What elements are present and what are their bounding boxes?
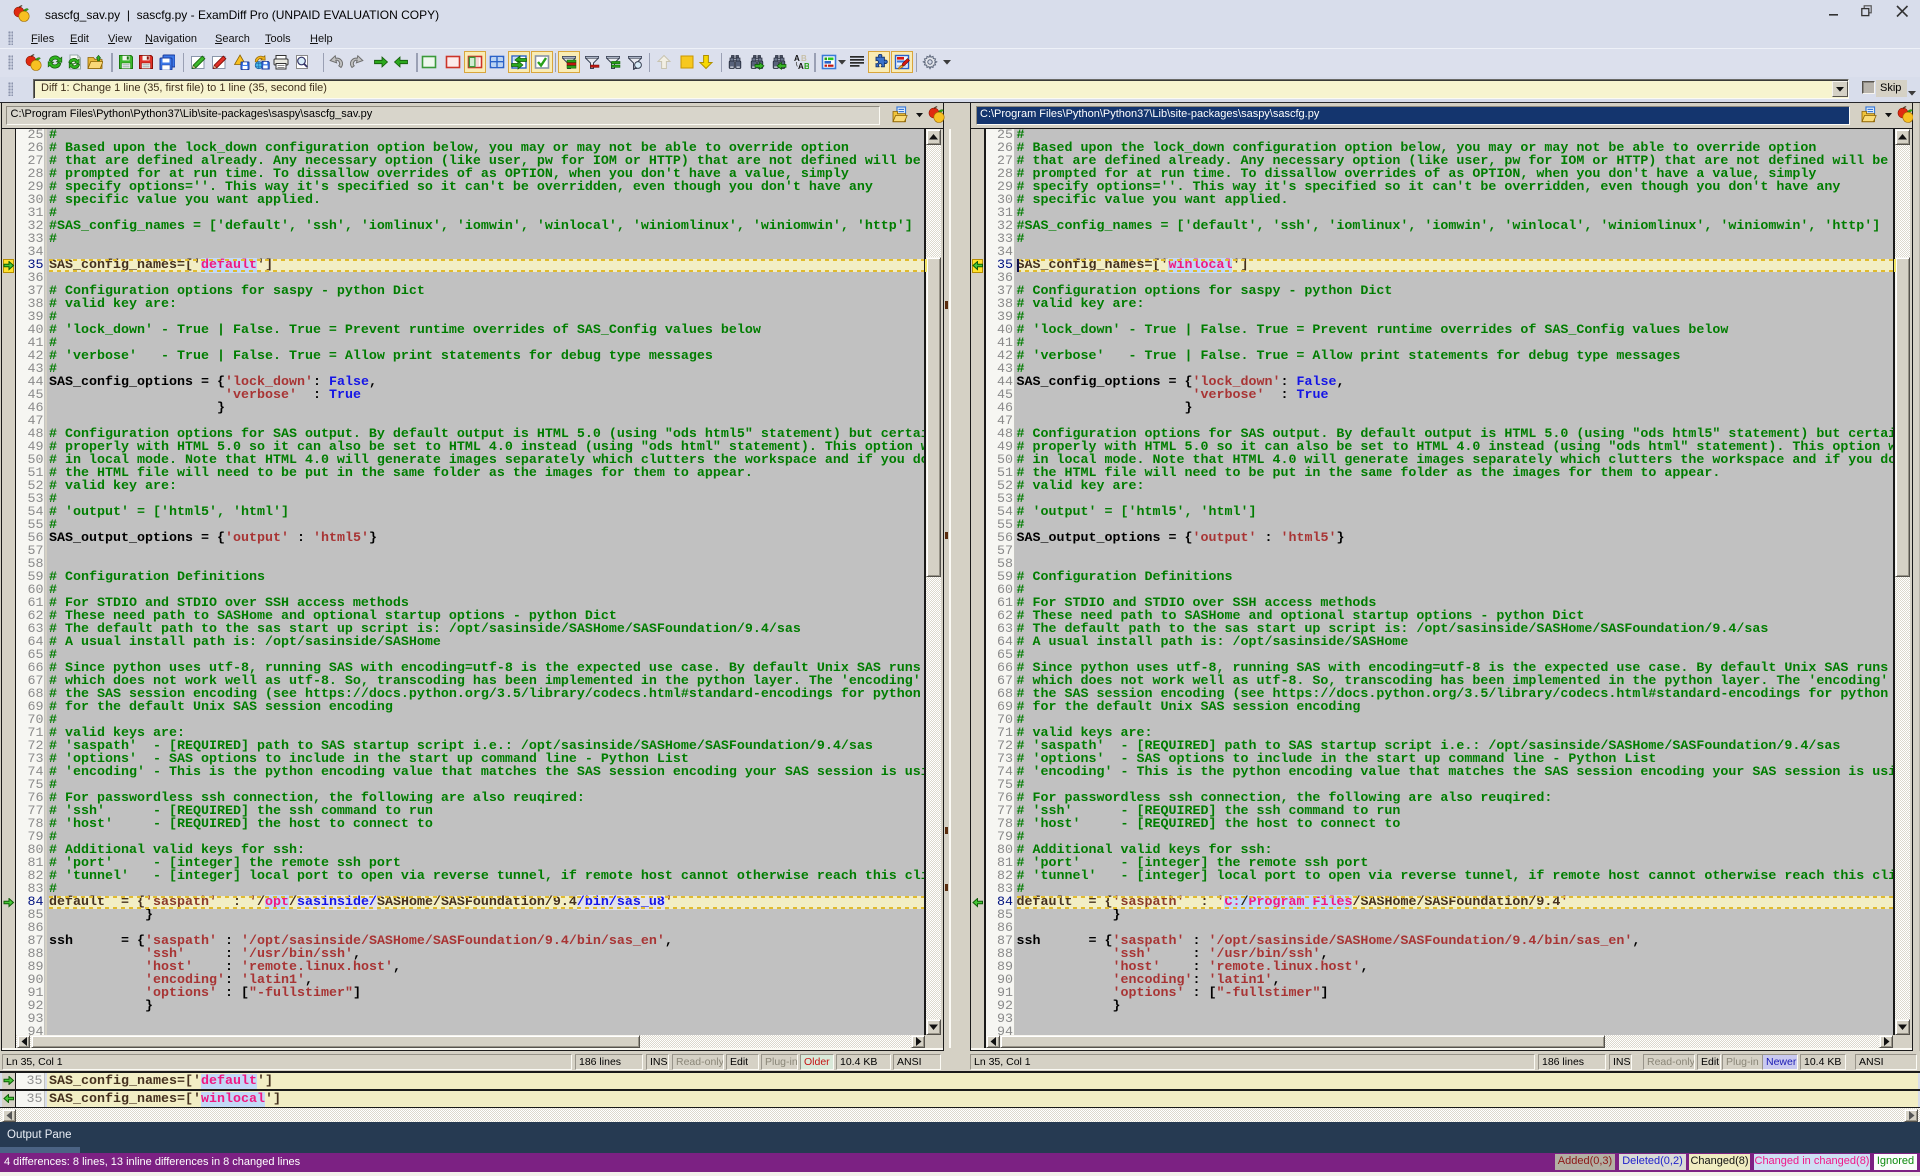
svg-text:B: B <box>804 62 809 70</box>
